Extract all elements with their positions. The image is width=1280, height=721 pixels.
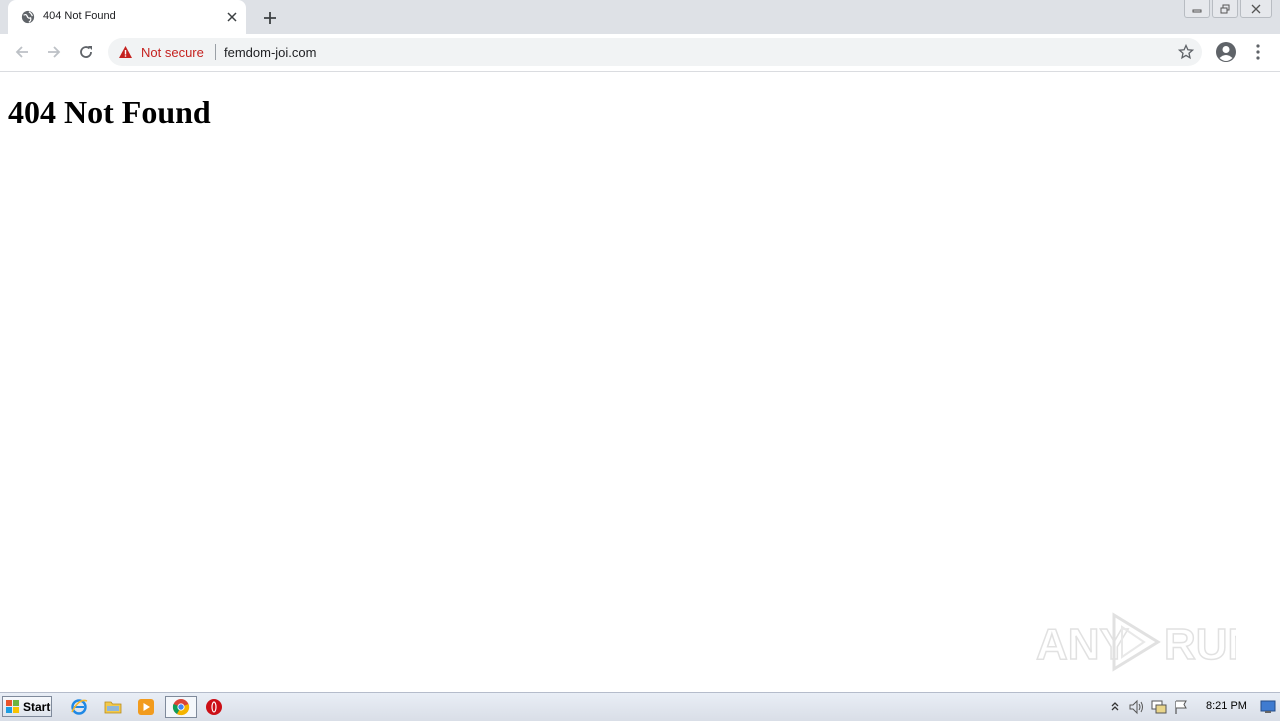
taskbar-media-player[interactable] [133, 696, 159, 718]
star-icon[interactable] [1178, 44, 1194, 60]
security-status[interactable]: Not secure [141, 45, 204, 60]
media-player-icon [138, 699, 154, 715]
show-desktop-button[interactable] [1258, 697, 1278, 717]
show-desktop-icon [1260, 700, 1276, 713]
volume-icon [1129, 699, 1143, 715]
svg-text:RUN: RUN [1164, 620, 1236, 669]
windows-logo-icon [6, 699, 19, 713]
arrow-left-icon [15, 46, 28, 58]
action-center-button[interactable] [1170, 696, 1192, 718]
taskbar-opera[interactable] [201, 696, 227, 718]
system-tray [1104, 693, 1192, 721]
opera-icon [206, 699, 222, 715]
account-circle-icon[interactable] [1215, 41, 1237, 63]
back-button[interactable] [10, 40, 34, 64]
tab-strip: 404 Not Found [0, 0, 1280, 34]
taskbar-chrome[interactable] [165, 696, 197, 718]
chrome-icon [172, 699, 190, 716]
start-button[interactable]: Start [2, 696, 52, 717]
taskbar-clock[interactable]: 8:21 PM [1206, 700, 1247, 712]
window-controls [1184, 0, 1272, 18]
internet-explorer-icon [71, 699, 88, 715]
show-hidden-icons-button[interactable] [1104, 696, 1126, 718]
taskbar: Start 8:21 PM [0, 692, 1280, 721]
page-heading: 404 Not Found [8, 94, 211, 130]
network-button[interactable] [1148, 696, 1170, 718]
new-tab-button[interactable] [259, 7, 281, 29]
tab-title: 404 Not Found [43, 10, 116, 22]
taskbar-explorer[interactable] [100, 696, 126, 718]
anyrun-watermark: ANY RUN [1036, 612, 1236, 672]
restore-button[interactable] [1212, 0, 1238, 18]
arrow-right-icon [48, 46, 61, 58]
minimize-icon [1192, 9, 1202, 12]
show-hidden-icons-icon [1111, 702, 1119, 711]
page-content: 404 Not Found ANY RUN [0, 72, 1280, 692]
browser-tab[interactable]: 404 Not Found [8, 0, 246, 34]
restore-icon [1220, 4, 1230, 13]
volume-button[interactable] [1126, 696, 1148, 718]
address-separator [215, 44, 216, 60]
browser-toolbar: Not secure femdom-joi.com [0, 34, 1280, 72]
globe-icon [21, 10, 35, 24]
forward-button[interactable] [42, 40, 66, 64]
network-icon [1151, 700, 1167, 714]
window-close-button[interactable] [1240, 0, 1272, 18]
url-text[interactable]: femdom-joi.com [224, 45, 316, 60]
reload-icon [80, 46, 92, 58]
close-icon [227, 12, 237, 22]
tab-close-button[interactable] [224, 9, 240, 25]
address-bar[interactable]: Not secure femdom-joi.com [108, 38, 1202, 66]
plus-icon [264, 12, 276, 24]
folder-icon [104, 701, 122, 714]
reload-button[interactable] [74, 40, 98, 64]
taskbar-internet-explorer[interactable] [66, 696, 92, 718]
warning-triangle-icon [119, 46, 132, 58]
start-label: Start [23, 699, 51, 714]
minimize-button[interactable] [1184, 0, 1210, 18]
kebab-menu-icon[interactable] [1250, 42, 1266, 62]
close-icon [1251, 4, 1261, 13]
action-center-flag-icon [1175, 700, 1187, 714]
